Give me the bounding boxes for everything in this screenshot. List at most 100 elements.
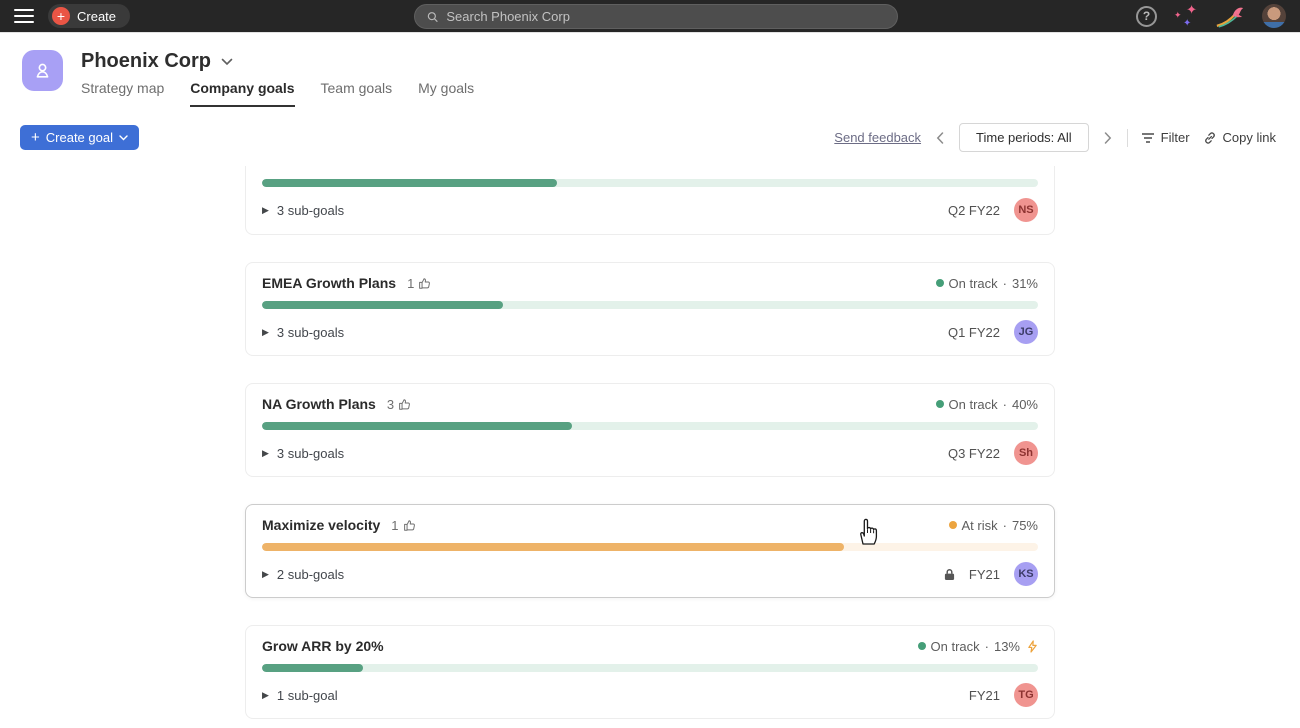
owner-avatar[interactable]: JG [1014, 320, 1038, 344]
global-search[interactable] [414, 4, 898, 29]
time-periods-select[interactable]: Time periods: All [959, 123, 1089, 152]
time-period-label: FY21 [969, 567, 1000, 582]
expand-subgoals-button[interactable]: ▶ [262, 205, 269, 216]
goal-likes[interactable]: 1 [391, 518, 415, 533]
sparkles-icon[interactable]: ✦✦✦ [1174, 5, 1198, 27]
plus-icon: + [31, 130, 40, 145]
goals-toolbar: + Create goal Send feedback Time periods… [0, 107, 1300, 152]
org-switcher[interactable]: Phoenix Corp [81, 50, 474, 73]
goal-card[interactable]: Grow ARR by 20% On track · 13% [245, 625, 1055, 719]
status-label: On track [931, 639, 980, 654]
status-dot-icon [949, 521, 957, 529]
send-feedback-link[interactable]: Send feedback [834, 130, 921, 145]
status-dot-icon [918, 642, 926, 650]
status-separator: · [1003, 397, 1007, 412]
owner-avatar[interactable]: TG [1014, 683, 1038, 707]
subgoals-label: 3 sub-goals [277, 446, 344, 461]
prev-period-button[interactable] [934, 130, 946, 146]
thumbs-up-icon [418, 277, 431, 290]
search-input[interactable] [446, 9, 886, 24]
chevron-right-icon [1104, 132, 1112, 144]
subgoals-label: 1 sub-goal [277, 688, 338, 703]
status-separator: · [985, 639, 989, 654]
time-period-label: Q3 FY22 [948, 446, 1000, 461]
tab-strategy-map[interactable]: Strategy map [81, 80, 164, 107]
tab-team-goals[interactable]: Team goals [321, 80, 393, 107]
time-period-label: Q2 FY22 [948, 203, 1000, 218]
owner-avatar[interactable]: KS [1014, 562, 1038, 586]
filter-icon [1141, 132, 1155, 144]
status-separator: · [1003, 276, 1007, 291]
hamburger-menu-icon[interactable] [14, 9, 34, 23]
subgoals-label: 2 sub-goals [277, 567, 344, 582]
chevron-left-icon [936, 132, 944, 144]
goal-card[interactable]: NA Growth Plans 3 On track · 40% [245, 383, 1055, 477]
status-percent: 40% [1012, 397, 1038, 412]
likes-count: 1 [407, 276, 414, 291]
user-avatar[interactable] [1262, 4, 1286, 28]
progress-fill [262, 543, 844, 551]
goal-status: On track · 31% [936, 276, 1039, 291]
status-percent: 31% [1012, 276, 1038, 291]
create-goal-button[interactable]: + Create goal [20, 125, 139, 150]
goal-card[interactable]: ▶ 3 sub-goals Q2 FY22 NS [245, 166, 1055, 235]
subgoals-label: 3 sub-goals [277, 203, 344, 218]
owner-avatar[interactable]: Sh [1014, 441, 1038, 465]
copy-link-button[interactable]: Copy link [1203, 130, 1276, 145]
goal-card[interactable]: Maximize velocity 1 At risk · 75% [245, 504, 1055, 598]
help-icon[interactable]: ? [1136, 6, 1157, 27]
goal-title[interactable]: Maximize velocity [262, 517, 380, 533]
person-icon [31, 59, 54, 82]
goal-title[interactable]: EMEA Growth Plans [262, 275, 396, 291]
tab-company-goals[interactable]: Company goals [190, 80, 294, 107]
progress-bar [262, 179, 1038, 187]
top-navbar: + Create ? ✦✦✦ [0, 0, 1300, 33]
next-period-button[interactable] [1102, 130, 1114, 146]
link-icon [1203, 131, 1217, 145]
create-button[interactable]: + Create [48, 4, 130, 28]
expand-subgoals-button[interactable]: ▶ [262, 327, 269, 338]
goal-status: At risk · 75% [949, 518, 1039, 533]
progress-fill [262, 422, 572, 430]
header-tabs: Strategy map Company goals Team goals My go… [81, 80, 474, 107]
status-dot-icon [936, 400, 944, 408]
phoenix-icon[interactable] [1215, 5, 1245, 28]
progress-bar [262, 301, 1038, 309]
goal-status: On track · 13% [918, 639, 1039, 654]
goal-list: ▶ 3 sub-goals Q2 FY22 NS EMEA Growth Pla… [245, 166, 1055, 728]
search-icon [426, 10, 439, 24]
lock-icon [944, 568, 955, 581]
status-dot-icon [936, 279, 944, 287]
status-label: At risk [962, 518, 998, 533]
subgoals-label: 3 sub-goals [277, 325, 344, 340]
expand-subgoals-button[interactable]: ▶ [262, 690, 269, 701]
progress-bar [262, 543, 1038, 551]
goal-title[interactable]: NA Growth Plans [262, 396, 376, 412]
chevron-down-icon [221, 58, 233, 66]
owner-avatar[interactable]: NS [1014, 198, 1038, 222]
status-label: On track [949, 276, 998, 291]
chevron-down-icon [119, 135, 128, 141]
plus-icon: + [52, 7, 70, 25]
likes-count: 3 [387, 397, 394, 412]
page-title: Phoenix Corp [81, 50, 211, 73]
thumbs-up-icon [403, 519, 416, 532]
progress-bar [262, 664, 1038, 672]
goal-likes[interactable]: 1 [407, 276, 431, 291]
status-percent: 75% [1012, 518, 1038, 533]
expand-subgoals-button[interactable]: ▶ [262, 569, 269, 580]
toolbar-divider [1127, 129, 1128, 147]
progress-bar [262, 422, 1038, 430]
status-label: On track [949, 397, 998, 412]
filter-button[interactable]: Filter [1141, 130, 1190, 145]
status-separator: · [1003, 518, 1007, 533]
expand-subgoals-button[interactable]: ▶ [262, 448, 269, 459]
goal-card[interactable]: EMEA Growth Plans 1 On track · 31% [245, 262, 1055, 356]
goal-title[interactable]: Grow ARR by 20% [262, 638, 384, 654]
org-avatar[interactable] [22, 50, 63, 91]
tab-my-goals[interactable]: My goals [418, 80, 474, 107]
goal-likes[interactable]: 3 [387, 397, 411, 412]
thumbs-up-icon [398, 398, 411, 411]
time-period-label: Q1 FY22 [948, 325, 1000, 340]
time-period-label: FY21 [969, 688, 1000, 703]
